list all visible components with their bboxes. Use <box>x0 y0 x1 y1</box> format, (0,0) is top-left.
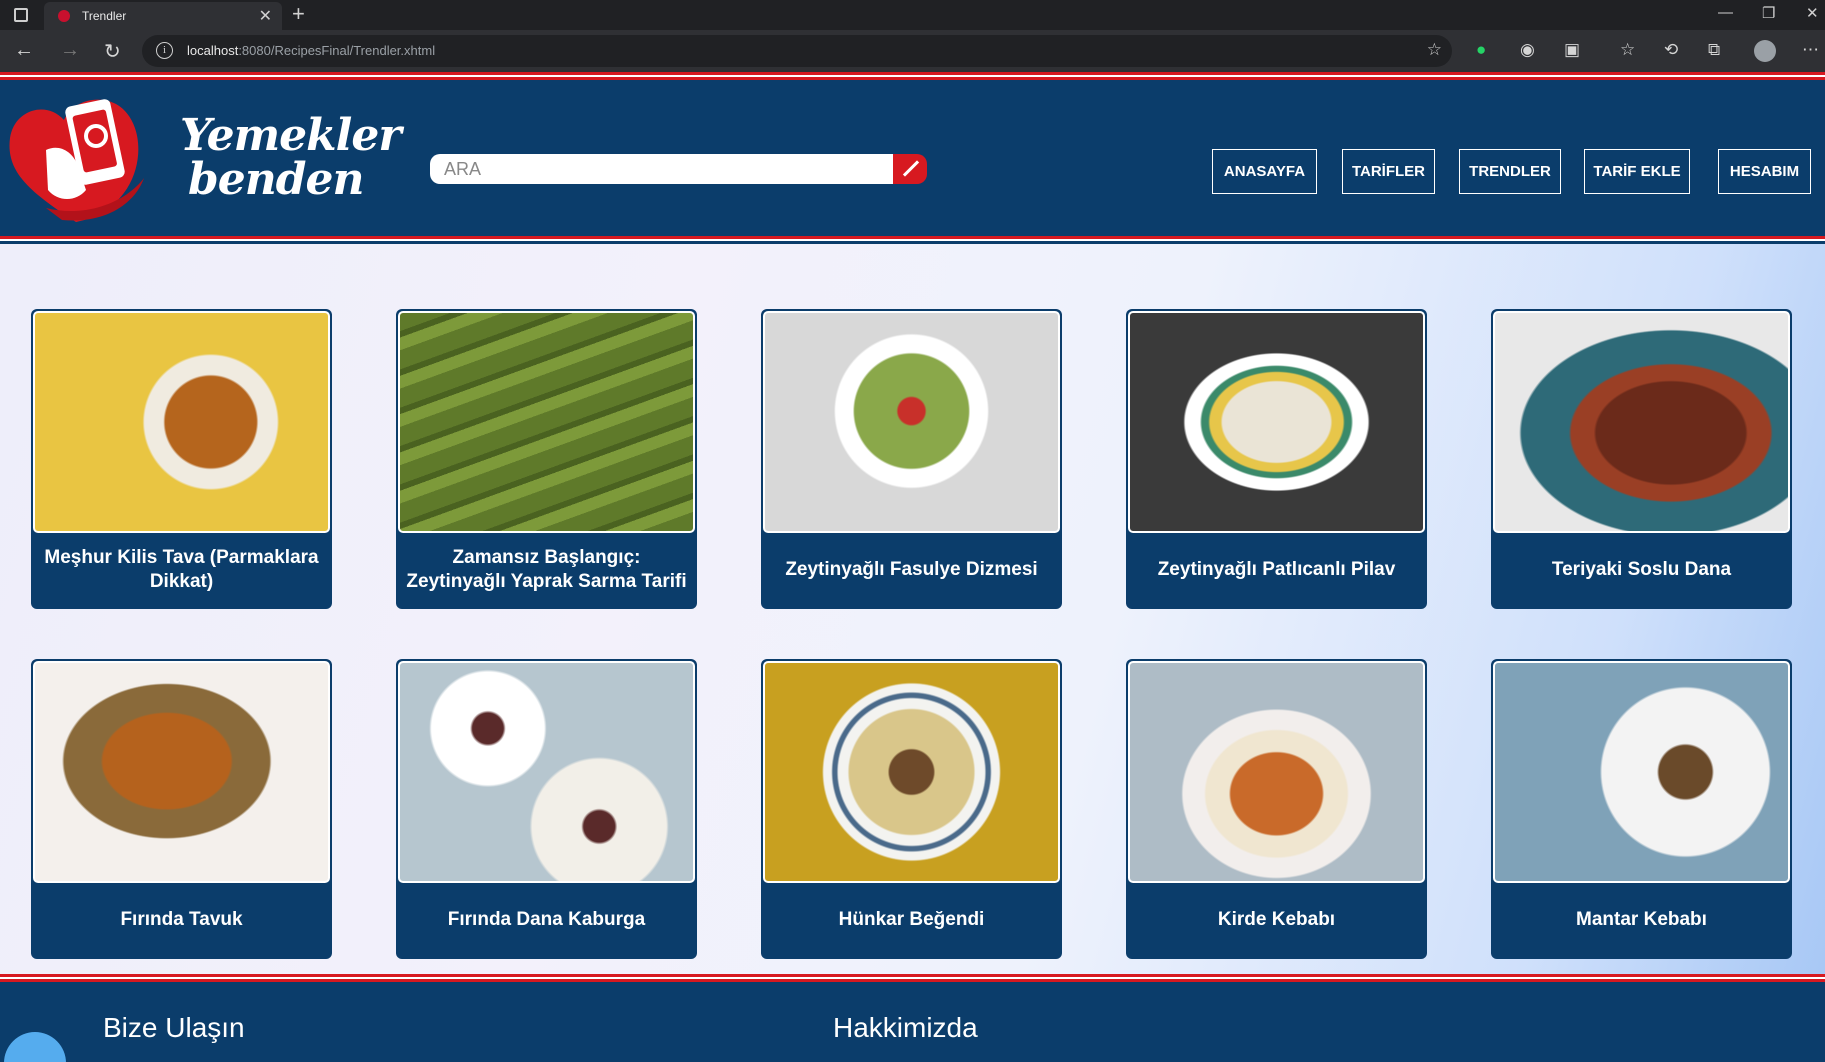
recipe-photo <box>398 661 695 883</box>
about-heading: Hakkimizda <box>833 1012 978 1043</box>
reload-icon[interactable]: ↻ <box>104 39 121 64</box>
new-tab-icon[interactable]: + <box>292 1 305 27</box>
recipe-card[interactable]: Kirde Kebabı <box>1126 659 1427 959</box>
site-favicon-icon <box>58 10 70 22</box>
site-header: Yemekler benden ANASAYFA TARİFLER TRENDL… <box>0 72 1825 244</box>
tab-close-icon[interactable]: ✕ <box>259 6 272 26</box>
search-slash-icon <box>902 160 920 177</box>
recipe-card[interactable]: Hünkar Beğendi <box>761 659 1062 959</box>
browser-tab[interactable]: Trendler ✕ <box>44 2 282 30</box>
recipe-title: Fırında Tavuk <box>120 909 243 930</box>
recipe-title: Zeytinyağlı Patlıcanlı Pilav <box>1157 559 1396 580</box>
search-button[interactable] <box>893 154 927 184</box>
forward-icon[interactable]: → <box>60 39 80 62</box>
recipe-title: Meşhur Kilis Tava (Parmaklara Dikkat) <box>44 547 319 592</box>
recipe-title: Zeytinyağlı Fasulye Dizmesi <box>785 559 1038 580</box>
contact-heading: Bize Ulaşın <box>103 1012 245 1043</box>
recipe-photo <box>1493 661 1790 883</box>
footer-top-stripe-red <box>0 979 1825 982</box>
site-info-icon[interactable]: i <box>156 42 173 59</box>
recipe-card[interactable]: Meşhur Kilis Tava (Parmaklara Dikkat) <box>31 309 332 609</box>
recipe-photo <box>1493 311 1790 533</box>
restore-icon[interactable]: ❐ <box>1762 4 1775 22</box>
browser-tab-bar: Trendler ✕ + — ❐ ✕ <box>0 0 1825 30</box>
minimize-icon[interactable]: — <box>1718 4 1733 21</box>
phone-heart-logo-icon[interactable] <box>6 90 151 230</box>
nav-trendler[interactable]: TRENDLER <box>1459 149 1561 194</box>
history-icon[interactable]: ⟲ <box>1664 40 1678 60</box>
recipe-card[interactable]: Zeytinyağlı Fasulye Dizmesi <box>761 309 1062 609</box>
url-text[interactable]: localhost:8080/RecipesFinal/Trendler.xht… <box>187 43 435 58</box>
trending-recipes-grid: Meşhur Kilis Tava (Parmaklara Dikkat) Za… <box>0 244 1825 974</box>
twitter-icon[interactable] <box>4 1032 66 1062</box>
extension-icon[interactable]: ◉ <box>1520 40 1535 60</box>
recipe-photo <box>33 311 330 533</box>
recipe-photo <box>398 311 695 533</box>
tab-actions-icon[interactable] <box>14 8 28 22</box>
recipe-photo <box>763 311 1060 533</box>
window-close-icon[interactable]: ✕ <box>1806 4 1819 22</box>
header-bottom-stripe-white <box>0 239 1825 241</box>
recipe-title: Zamansız Başlangıç: Zeytinyağlı Yaprak S… <box>406 547 687 592</box>
nav-hesabim[interactable]: HESABIM <box>1718 149 1811 194</box>
website: Yemekler benden ANASAYFA TARİFLER TRENDL… <box>0 72 1825 1062</box>
nav-tarif-ekle[interactable]: TARİF EKLE <box>1584 149 1690 194</box>
brand-line-2: benden <box>188 154 364 205</box>
brand-line-1: Yemekler <box>180 110 402 161</box>
collections-icon[interactable]: ⧉ <box>1708 40 1720 60</box>
nav-anasayfa[interactable]: ANASAYFA <box>1212 149 1317 194</box>
more-menu-icon[interactable]: ⋯ <box>1802 40 1819 60</box>
recipe-title: Kirde Kebabı <box>1217 909 1336 930</box>
whatsapp-icon[interactable]: ● <box>1476 40 1486 60</box>
recipe-card[interactable]: Fırında Dana Kaburga <box>396 659 697 959</box>
recipe-title: Fırında Dana Kaburga <box>447 909 646 930</box>
nav-tarifler[interactable]: TARİFLER <box>1342 149 1435 194</box>
address-bar[interactable]: i localhost:8080/RecipesFinal/Trendler.x… <box>142 35 1452 67</box>
favorites-icon[interactable]: ☆ <box>1620 40 1635 60</box>
recipe-card[interactable]: Teriyaki Soslu Dana <box>1491 309 1792 609</box>
tab-title: Trendler <box>82 9 127 23</box>
recipe-photo <box>1128 311 1425 533</box>
recipe-title: Teriyaki Soslu Dana <box>1551 559 1732 580</box>
recipe-title: Mantar Kebabı <box>1576 909 1707 930</box>
back-icon[interactable]: ← <box>14 39 34 62</box>
recipe-photo <box>33 661 330 883</box>
profile-avatar[interactable] <box>1754 40 1776 62</box>
recipe-photo <box>1128 661 1425 883</box>
add-favorite-icon[interactable]: ☆ <box>1427 40 1442 60</box>
screenshot-icon[interactable]: ▣ <box>1564 40 1580 60</box>
brand-wordmark[interactable]: Yemekler benden <box>180 110 402 205</box>
header-top-stripe-red <box>0 77 1825 80</box>
recipe-photo <box>763 661 1060 883</box>
site-footer: Bize Ulaşın Hakkimizda <box>0 974 1825 1062</box>
recipe-card[interactable]: Fırında Tavuk <box>31 659 332 959</box>
recipe-card[interactable]: Zamansız Başlangıç: Zeytinyağlı Yaprak S… <box>396 309 697 609</box>
recipe-title: Hünkar Beğendi <box>838 909 985 930</box>
recipe-card[interactable]: Mantar Kebabı <box>1491 659 1792 959</box>
browser-toolbar: ← → ↻ i localhost:8080/RecipesFinal/Tren… <box>0 30 1825 72</box>
recipe-card[interactable]: Zeytinyağlı Patlıcanlı Pilav <box>1126 309 1427 609</box>
search-input[interactable] <box>430 154 895 184</box>
